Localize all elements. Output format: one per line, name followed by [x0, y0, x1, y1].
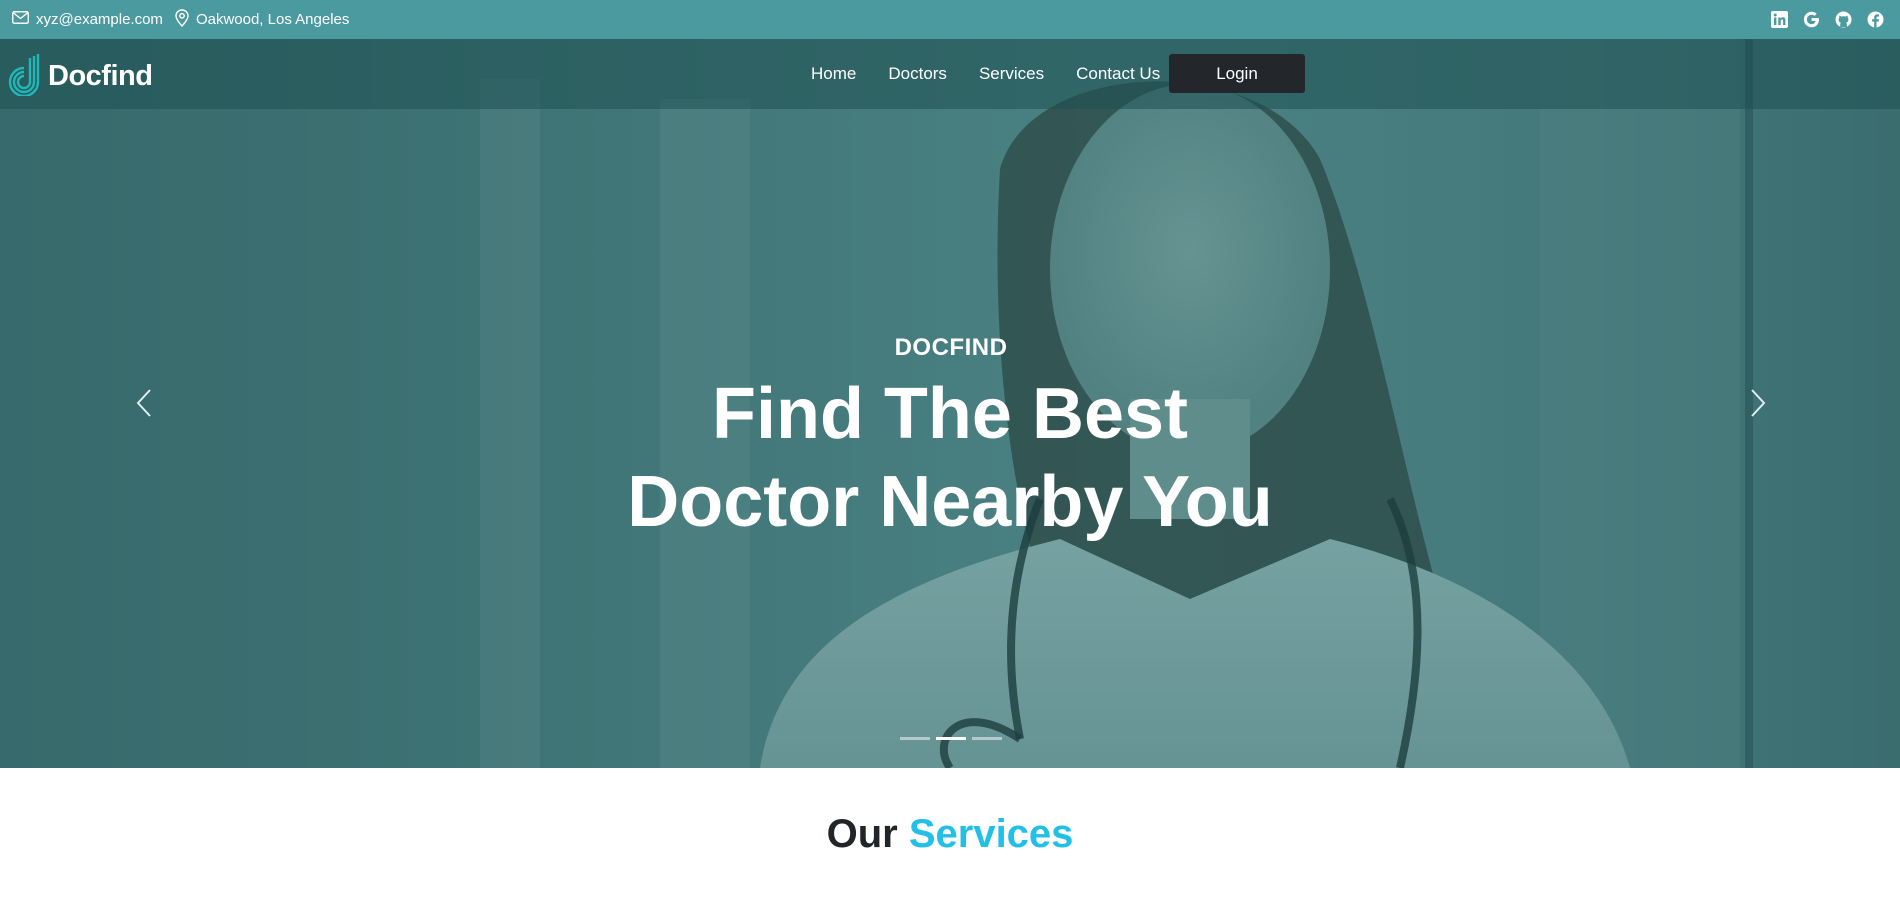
hero-title-line-1: Find The Best [711, 374, 1188, 454]
hero-title: Find The Best Doctor Nearby You [0, 370, 1900, 546]
social-links [1770, 11, 1888, 29]
hero-title-line-2: Doctor Nearby You [627, 462, 1273, 542]
hero-eyebrow: DOCFIND [894, 334, 1008, 361]
login-button[interactable]: Login [1169, 54, 1305, 93]
top-info-bar: xyz@example.com Oakwood, Los Angeles [0, 0, 1900, 39]
nav-contact-us[interactable]: Contact Us [1076, 64, 1160, 84]
email-text[interactable]: xyz@example.com [36, 11, 163, 28]
google-icon[interactable] [1802, 11, 1820, 29]
github-icon[interactable] [1834, 11, 1852, 29]
services-heading-part-2: Services [908, 812, 1074, 856]
carousel-indicator-2[interactable] [936, 737, 966, 740]
services-heading-part-1: Our [826, 812, 898, 856]
carousel-next-button[interactable] [1748, 386, 1770, 420]
facebook-icon[interactable] [1866, 11, 1884, 29]
carousel-indicator-1[interactable] [900, 737, 930, 740]
brand-name: Docfind [48, 60, 153, 92]
linkedin-icon[interactable] [1770, 11, 1788, 29]
location-item: Oakwood, Los Angeles [175, 8, 350, 31]
contact-info: xyz@example.com Oakwood, Los Angeles [12, 8, 353, 31]
location-text: Oakwood, Los Angeles [195, 11, 350, 28]
carousel-indicators [900, 737, 1002, 740]
primary-nav: Home Doctors Services Contact Us [811, 39, 1184, 109]
services-heading: Our Services [0, 812, 1900, 857]
carousel-indicator-3[interactable] [972, 737, 1002, 740]
hero-caption: DOCFIND Find The Best Doctor Nearby You [0, 334, 1900, 546]
email-item[interactable]: xyz@example.com [12, 11, 163, 28]
chevron-left-icon [136, 389, 151, 417]
envelope-icon [12, 11, 29, 28]
chevron-right-icon [1751, 389, 1766, 417]
map-pin-icon [175, 8, 189, 31]
nav-doctors[interactable]: Doctors [888, 64, 947, 84]
carousel-prev-button[interactable] [132, 386, 154, 420]
nav-home[interactable]: Home [811, 64, 856, 84]
docfind-logo-icon [8, 52, 46, 101]
brand-logo[interactable]: Docfind [8, 52, 153, 101]
nav-services[interactable]: Services [979, 64, 1044, 84]
main-navbar: Docfind Home Doctors Services Contact Us… [0, 39, 1900, 109]
